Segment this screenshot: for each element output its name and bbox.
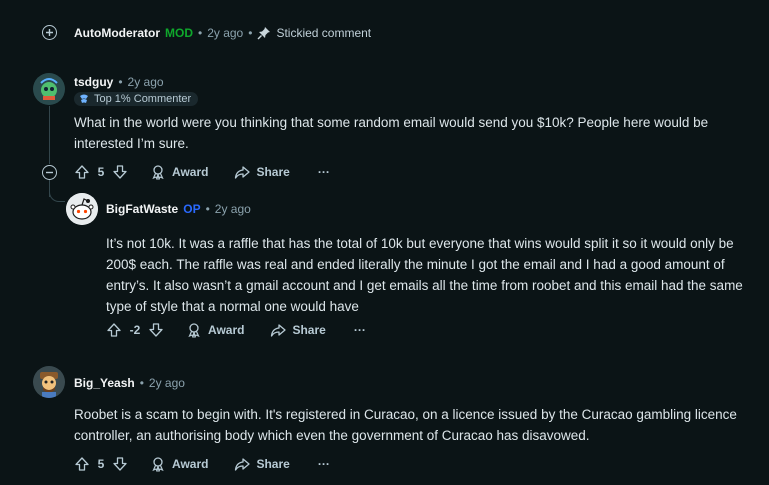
meta-separator: • <box>139 376 144 390</box>
vote-group: 5 <box>74 164 128 180</box>
more-options-button[interactable]: ··· <box>354 323 366 337</box>
award-icon <box>152 165 164 180</box>
downvote-arrow-icon[interactable] <box>112 164 128 180</box>
share-label: Share <box>256 457 290 471</box>
more-options-icon: ··· <box>353 323 366 337</box>
flair-icon <box>80 94 88 103</box>
comment-age[interactable]: 2y ago <box>207 26 243 40</box>
pin-icon <box>257 27 271 40</box>
vote-count: 5 <box>97 457 105 471</box>
comment-author[interactable]: AutoModerator <box>74 26 160 40</box>
award-button[interactable]: Award <box>186 322 244 338</box>
comment-text: It’s not 10k. It was a raffle that has t… <box>106 236 743 314</box>
vote-group: -2 <box>106 322 164 338</box>
comment-author[interactable]: tsdguy <box>74 75 113 89</box>
award-label: Award <box>172 165 209 179</box>
collapse-comment-button[interactable] <box>42 165 57 180</box>
share-label: Share <box>256 165 290 179</box>
award-icon <box>152 457 164 472</box>
share-icon <box>271 324 287 337</box>
share-button[interactable]: Share <box>270 322 326 338</box>
comment-author[interactable]: BigFatWaste <box>106 202 178 216</box>
comment-age[interactable]: 2y ago <box>128 75 164 89</box>
comment-header: Big_Yeash • 2y ago <box>74 376 185 390</box>
minus-circle-icon <box>46 171 53 174</box>
award-label: Award <box>172 457 209 471</box>
comment-body: It’s not 10k. It was a raffle that has t… <box>106 233 751 317</box>
meta-separator: • <box>205 202 210 216</box>
award-button[interactable]: Award <box>150 456 208 472</box>
award-button[interactable]: Award <box>150 164 208 180</box>
avatar[interactable] <box>66 193 98 225</box>
expand-comment-button[interactable] <box>42 25 57 40</box>
more-options-icon: ··· <box>317 457 330 471</box>
comment-text: What in the world were you thinking that… <box>74 115 709 151</box>
avatar[interactable] <box>33 366 65 398</box>
op-tag: OP <box>183 202 201 216</box>
comment-header: tsdguy • 2y ago <box>74 75 164 89</box>
meta-separator: • <box>118 75 123 89</box>
comment-body: What in the world were you thinking that… <box>74 112 744 154</box>
comment-age[interactable]: 2y ago <box>215 202 251 216</box>
comment-age[interactable]: 2y ago <box>149 376 185 390</box>
comment-body: Roobet is a scam to begin with. It's reg… <box>74 404 754 446</box>
comment-author[interactable]: Big_Yeash <box>74 376 135 390</box>
upvote-arrow-icon[interactable] <box>74 456 90 472</box>
vote-count: 5 <box>97 165 105 179</box>
flair-label: Top 1% Commenter <box>94 93 192 105</box>
stickied-label: Stickied comment <box>276 26 372 40</box>
comment-text: Roobet is a scam to begin with. It's reg… <box>74 407 737 443</box>
downvote-arrow-icon[interactable] <box>148 322 164 338</box>
thread-branch <box>49 188 65 202</box>
award-icon <box>188 323 200 338</box>
meta-separator: • <box>248 26 253 40</box>
plus-circle-icon <box>46 29 53 36</box>
avatar[interactable] <box>33 73 65 105</box>
comment-actions: 5 Award Share ··· <box>74 456 330 472</box>
upvote-arrow-icon[interactable] <box>106 322 122 338</box>
comment-actions: -2 Award Share ··· <box>106 322 366 338</box>
meta-separator: • <box>198 26 203 40</box>
share-icon <box>235 166 251 179</box>
more-options-button[interactable]: ··· <box>318 457 330 471</box>
more-options-button[interactable]: ··· <box>318 165 330 179</box>
comment-header: BigFatWaste OP • 2y ago <box>106 202 251 216</box>
share-button[interactable]: Share <box>234 164 290 180</box>
vote-count: -2 <box>129 323 141 337</box>
vote-group: 5 <box>74 456 128 472</box>
thread-line[interactable] <box>49 106 50 164</box>
automod-header: AutoModerator MOD • 2y ago • Stickied co… <box>74 26 371 40</box>
award-label: Award <box>208 323 245 337</box>
mod-tag: MOD <box>165 26 193 40</box>
share-button[interactable]: Share <box>234 456 290 472</box>
comment-actions: 5 Award Share ··· <box>74 164 330 180</box>
user-flair: Top 1% Commenter <box>74 92 199 106</box>
more-options-icon: ··· <box>317 165 330 179</box>
downvote-arrow-icon[interactable] <box>112 456 128 472</box>
upvote-arrow-icon[interactable] <box>74 164 90 180</box>
share-label: Share <box>292 323 326 337</box>
share-icon <box>235 458 251 471</box>
